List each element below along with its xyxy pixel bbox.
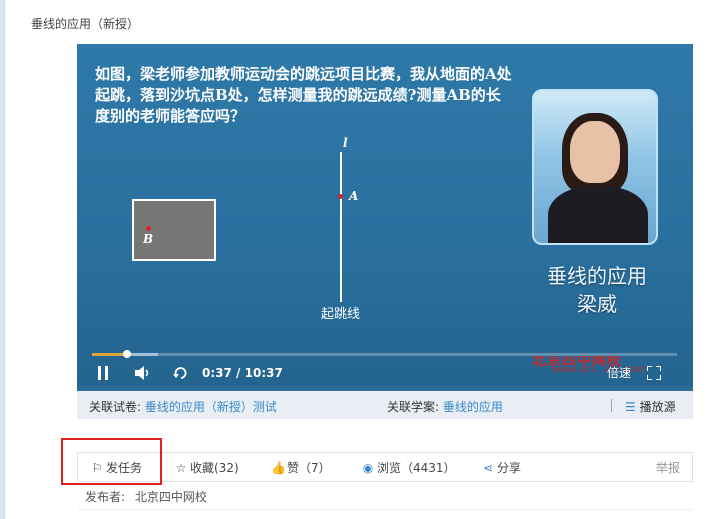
like-button[interactable]: 👍赞（7）: [271, 459, 331, 476]
report-button[interactable]: 举报: [656, 459, 680, 476]
related-plan: 关联学案: 垂线的应用: [387, 398, 503, 415]
related-plan-label: 关联学案:: [387, 400, 440, 414]
fullscreen-icon[interactable]: [647, 366, 661, 380]
presenter-video: [532, 89, 658, 245]
thumbs-up-icon: 👍: [271, 461, 286, 475]
play-source-button[interactable]: ☰ 播放源: [625, 398, 676, 415]
point-a-dot: [338, 194, 343, 199]
presenter-body: [548, 187, 648, 243]
eye-icon: ◉: [362, 461, 374, 475]
caption-title: 垂线的应用: [547, 264, 647, 288]
caption-name: 梁威: [577, 292, 617, 316]
current-time: 0:37: [202, 366, 232, 380]
loop-icon[interactable]: [173, 366, 189, 380]
time-display: 0:37 / 10:37: [202, 366, 283, 380]
time-separator: /: [236, 366, 241, 380]
related-paper-label: 关联试卷:: [89, 400, 142, 414]
publisher-label: 发布者:: [85, 490, 126, 504]
views-label: 浏览（4431）: [377, 461, 456, 475]
line-l-label: l: [343, 136, 348, 150]
video-player[interactable]: 如图，梁老师参加教师运动会的跳远项目比赛，我从地面的A处起跳，落到沙坑点B处，怎…: [77, 44, 693, 419]
related-plan-link[interactable]: 垂线的应用: [443, 400, 503, 414]
presenter-face: [570, 121, 620, 183]
player-controls: [77, 356, 693, 386]
start-line-label: 起跳线: [321, 307, 361, 322]
share-button[interactable]: ⋖ 分享: [481, 459, 521, 476]
question-text: 如图，梁老师参加教师运动会的跳远项目比赛，我从地面的A处起跳，落到沙坑点B处，怎…: [95, 65, 512, 125]
share-icon: ⋖: [482, 461, 494, 475]
speed-button[interactable]: 倍速: [607, 364, 631, 381]
point-b-label: B: [143, 232, 154, 246]
point-a-label: A: [349, 189, 359, 203]
video-caption: 垂线的应用 梁威: [517, 262, 677, 318]
collect-label: 收藏(32): [190, 461, 239, 475]
play-source-label: 播放源: [639, 400, 676, 414]
point-b-dot: [146, 226, 151, 231]
divider: [611, 399, 612, 412]
views-count: ◉ 浏览（4431）: [361, 459, 456, 476]
sand-pit-rectangle: [132, 199, 216, 261]
volume-icon[interactable]: [135, 366, 151, 380]
takeoff-line: [340, 152, 342, 302]
star-icon: ☆: [175, 461, 187, 475]
like-label: 赞（7）: [287, 461, 331, 475]
related-paper-link[interactable]: 垂线的应用（新授）测试: [145, 400, 277, 414]
action-bar: ⚐ 发任务 ☆ 收藏(32) 👍赞（7） ◉ 浏览（4431） ⋖ 分享 举报: [77, 452, 693, 482]
collect-button[interactable]: ☆ 收藏(32): [174, 459, 239, 476]
publisher-info: 发布者: 北京四中网校: [85, 488, 207, 505]
page-title: 垂线的应用（新授）: [31, 17, 140, 31]
play-source-icon: ☰: [625, 400, 636, 414]
divider: [77, 509, 693, 510]
play-pause-icon[interactable]: [97, 366, 109, 380]
content-panel: 垂线的应用（新授） 如图，梁老师参加教师运动会的跳远项目比赛，我从地面的A处起跳…: [4, 0, 712, 519]
related-info-bar: 关联试卷: 垂线的应用（新授）测试 关联学案: 垂线的应用 ☰ 播放源: [77, 391, 693, 419]
highlight-annotation: [61, 438, 162, 485]
video-frame[interactable]: 如图，梁老师参加教师运动会的跳远项目比赛，我从地面的A处起跳，落到沙坑点B处，怎…: [77, 44, 693, 386]
share-label: 分享: [497, 461, 522, 475]
total-time: 10:37: [244, 366, 283, 380]
related-paper: 关联试卷: 垂线的应用（新授）测试: [89, 398, 277, 415]
publisher-name: 北京四中网校: [134, 490, 207, 504]
